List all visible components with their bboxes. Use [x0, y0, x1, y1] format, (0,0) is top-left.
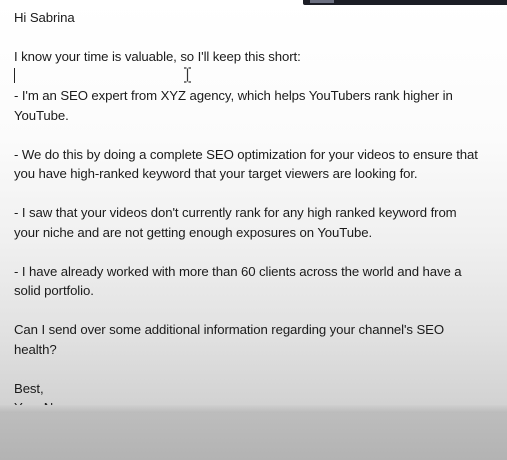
email-body-editor[interactable]: Hi Sabrina I know your time is valuable,… [0, 0, 507, 460]
caret-line [14, 67, 484, 87]
text-cursor-icon [183, 67, 192, 83]
email-question: Can I send over some additional informat… [14, 322, 445, 357]
email-greeting: Hi Sabrina [14, 10, 75, 25]
email-signoff: Best, [14, 380, 44, 396]
email-point-4: - I have already worked with more than 6… [14, 263, 462, 299]
text-caret [14, 67, 15, 83]
video-overlay-label [310, 0, 334, 3]
email-point-3: - I saw that your videos don't currently… [14, 205, 457, 240]
email-intro: I know your time is valuable, so I'll ke… [14, 49, 301, 64]
email-body-text[interactable]: Hi Sabrina I know your time is valuable,… [14, 8, 484, 418]
email-point-1: - I'm an SEO expert from XYZ agency, whi… [14, 88, 453, 123]
window-bottom-shadow [0, 405, 507, 413]
email-point-2: - We do this by doing a complete SEO opt… [14, 146, 478, 182]
